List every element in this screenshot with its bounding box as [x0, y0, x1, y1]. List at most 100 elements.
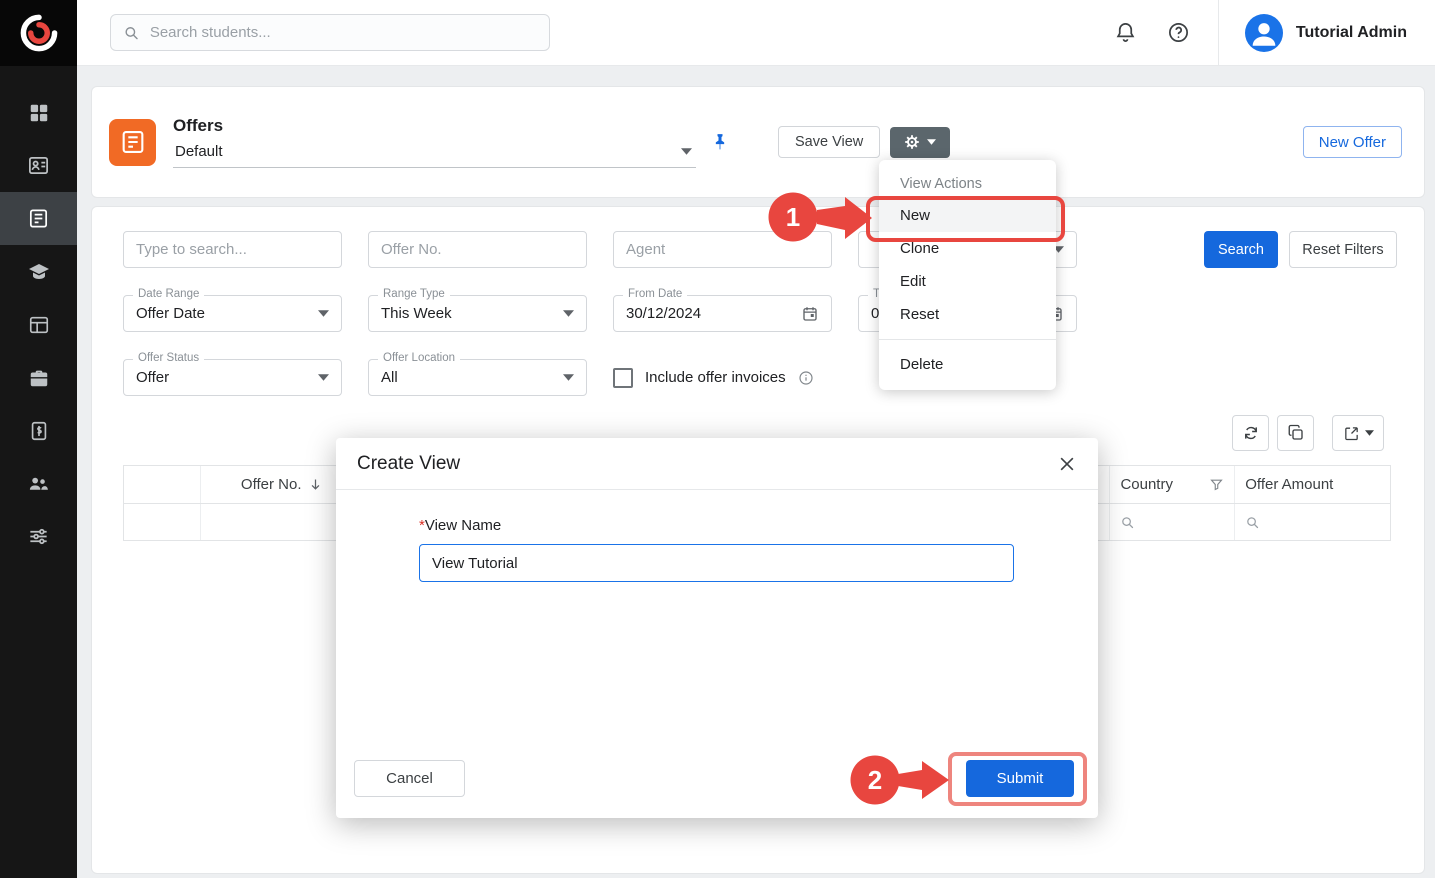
menu-item-clone[interactable]: Clone	[879, 232, 1056, 265]
new-offer-button[interactable]: New Offer	[1303, 126, 1402, 158]
sort-descending-icon[interactable]	[308, 477, 323, 492]
copy-button[interactable]	[1277, 415, 1314, 451]
export-button[interactable]	[1332, 415, 1384, 451]
contacts-icon	[27, 154, 50, 177]
modal-footer: Cancel Submit	[354, 760, 1074, 797]
menu-item-delete[interactable]: Delete	[879, 348, 1056, 381]
view-actions-gear-button[interactable]	[890, 127, 950, 158]
include-invoices-group: Include offer invoices	[613, 359, 814, 396]
logo-icon	[17, 11, 61, 55]
cancel-button[interactable]: Cancel	[354, 760, 465, 797]
menu-item-reset[interactable]: Reset	[879, 298, 1056, 331]
filter-cell-offer-amount[interactable]	[1235, 504, 1390, 540]
title-block: Offers Default	[173, 116, 696, 168]
include-invoices-checkbox[interactable]	[613, 368, 633, 388]
submit-button[interactable]: Submit	[966, 760, 1074, 797]
table-icon	[28, 314, 50, 336]
filter-cell-country[interactable]	[1110, 504, 1235, 540]
view-name-input[interactable]	[419, 544, 1014, 582]
filter-row-1: Search Reset Filters	[123, 231, 1397, 268]
range-type-select[interactable]: Range Type This Week	[368, 295, 587, 332]
graduation-cap-icon	[27, 260, 51, 284]
save-view-button[interactable]: Save View	[778, 126, 880, 158]
view-name-label: *View Name	[419, 517, 1014, 534]
offer-location-select[interactable]: Offer Location All	[368, 359, 587, 396]
invoice-icon	[28, 420, 50, 442]
search-icon	[123, 24, 140, 42]
help-icon[interactable]	[1167, 21, 1190, 44]
offer-location-value: All	[381, 369, 398, 386]
info-icon[interactable]	[798, 370, 814, 386]
student-search-input[interactable]	[150, 24, 537, 41]
view-actions-menu: View Actions New Clone Edit Reset Delete	[879, 160, 1056, 390]
topbar-divider	[1218, 0, 1219, 66]
offers-icon	[27, 207, 50, 230]
sidebar-item-education[interactable]	[0, 245, 77, 298]
reset-filters-button[interactable]: Reset Filters	[1289, 231, 1397, 268]
calendar-icon	[801, 305, 819, 323]
view-selector-value: Default	[175, 143, 223, 160]
from-date-input[interactable]: From Date 30/12/2024	[613, 295, 832, 332]
sidebar-item-contacts[interactable]	[0, 139, 77, 192]
sidebar-item-dashboard[interactable]	[0, 86, 77, 139]
chevron-down-icon	[1365, 430, 1374, 436]
person-icon	[1247, 16, 1281, 50]
date-range-label: Date Range	[133, 288, 204, 300]
app-logo[interactable]	[0, 0, 77, 66]
filter-row-3: Offer Status Offer Offer Location All In…	[123, 359, 1397, 396]
menu-item-new[interactable]: New	[879, 199, 1056, 232]
dashboard-icon	[28, 102, 50, 124]
sidebar-item-settings[interactable]	[0, 510, 77, 563]
grid-header-country[interactable]: Country	[1110, 466, 1235, 503]
agent-filter-input[interactable]	[613, 231, 832, 268]
range-type-value: This Week	[381, 305, 452, 322]
refresh-button[interactable]	[1232, 415, 1269, 451]
filter-cell-offer-no[interactable]	[201, 504, 343, 540]
search-button[interactable]: Search	[1204, 231, 1278, 268]
chevron-down-icon	[318, 310, 329, 317]
chevron-down-icon	[927, 139, 936, 145]
chevron-down-icon	[681, 148, 692, 155]
grid-header-offer-amount[interactable]: Offer Amount	[1235, 466, 1390, 503]
sidebar-item-offers[interactable]	[0, 192, 77, 245]
briefcase-icon	[28, 367, 50, 389]
from-date-value: 30/12/2024	[626, 305, 701, 322]
sidebar-nav	[0, 66, 77, 563]
menu-item-edit[interactable]: Edit	[879, 265, 1056, 298]
offers-header-card: Offers Default Save View New Offer	[91, 86, 1425, 198]
grid-toolbar	[1232, 415, 1384, 451]
modal-title: Create View	[357, 453, 460, 475]
filter-funnel-icon[interactable]	[1209, 477, 1224, 492]
view-selector[interactable]: Default	[173, 141, 696, 168]
sidebar-item-invoices[interactable]	[0, 404, 77, 457]
pin-view-icon[interactable]	[710, 132, 730, 152]
sidebar-item-boards[interactable]	[0, 298, 77, 351]
student-search[interactable]	[110, 14, 550, 51]
refresh-icon	[1242, 424, 1260, 442]
offers-module-icon	[109, 119, 156, 166]
topbar: Tutorial Admin	[77, 0, 1435, 66]
grid-header-select-col	[124, 466, 201, 503]
keyword-filter-input[interactable]	[123, 231, 342, 268]
grid-header-offer-no[interactable]: Offer No.	[201, 466, 343, 503]
create-view-modal: Create View *View Name Cancel Submit	[336, 438, 1098, 818]
notifications-bell-icon[interactable]	[1114, 21, 1137, 44]
offer-no-filter-input[interactable]	[368, 231, 587, 268]
page-title: Offers	[173, 116, 696, 136]
filter-cell-select	[124, 504, 201, 540]
date-range-select[interactable]: Date Range Offer Date	[123, 295, 342, 332]
view-actions-menu-header: View Actions	[879, 169, 1056, 199]
filter-row-2: Date Range Offer Date Range Type This We…	[123, 295, 1397, 332]
from-date-label: From Date	[623, 288, 687, 300]
sliders-icon	[27, 525, 50, 548]
sidebar-item-partners[interactable]	[0, 457, 77, 510]
close-icon[interactable]	[1057, 454, 1077, 474]
search-icon	[1120, 515, 1135, 530]
user-avatar[interactable]	[1245, 14, 1283, 52]
chevron-down-icon	[563, 310, 574, 317]
user-name: Tutorial Admin	[1296, 24, 1407, 42]
modal-header: Create View	[336, 438, 1098, 490]
search-icon	[1245, 515, 1260, 530]
offer-status-select[interactable]: Offer Status Offer	[123, 359, 342, 396]
sidebar-item-services[interactable]	[0, 351, 77, 404]
